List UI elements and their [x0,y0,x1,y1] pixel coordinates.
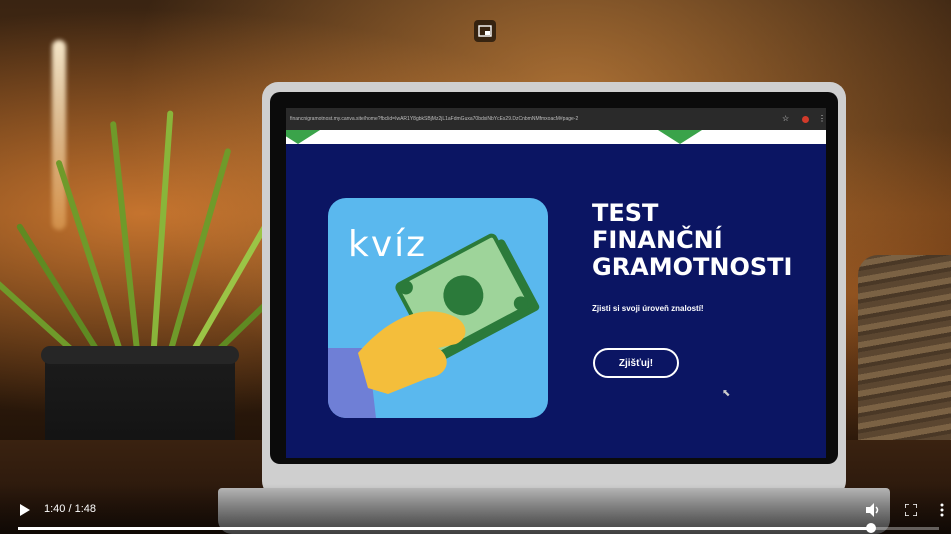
menu-icon: ⋮ [818,114,826,123]
picture-in-picture-icon [478,25,492,37]
time-separator: / [65,503,75,515]
plant-leaf [165,147,232,361]
time-display: 1:40 / 1:48 [44,503,96,515]
decor-triangle [658,130,702,144]
current-time: 1:40 [44,503,66,515]
title-line: FINANČNÍ [592,226,723,254]
star-icon: ☆ [782,114,790,123]
laptop-screen: financnigramotnost.my.canva.site/home?fb… [286,108,826,458]
picture-in-picture-button[interactable] [474,20,496,42]
progress-bar[interactable] [18,523,939,533]
volume-icon [866,503,879,517]
browser-address-bar: financnigramotnost.my.canva.site/home?fb… [286,108,826,130]
progress-scrubber[interactable] [865,523,876,533]
plant-leaf [55,159,126,361]
light-strip [52,40,66,230]
page-title: TEST FINANČNÍ GRAMOTNOSTI [592,200,822,281]
mouse-cursor-icon: ⬉ [722,388,731,399]
play-icon [20,504,30,516]
more-options-button[interactable] [936,502,948,518]
fullscreen-icon [905,504,917,516]
extension-icon [802,116,809,123]
video-player[interactable]: financnigramotnost.my.canva.site/home?fb… [0,0,951,534]
browser-url: financnigramotnost.my.canva.site/home?fb… [290,116,579,122]
progress-played [18,527,871,530]
start-quiz-button[interactable]: Zjišťuj! [593,348,679,378]
hand-with-money-icon [328,233,540,418]
fullscreen-button[interactable] [903,502,919,518]
quiz-illustration: kvíz [328,198,548,418]
decor-triangle [286,130,320,144]
title-line: TEST [592,199,659,227]
page-top-strip [286,130,826,144]
wicker-basket [858,255,951,455]
title-line: GRAMOTNOSTI [592,253,793,281]
volume-button[interactable] [866,502,882,518]
page-subtitle: Zjisti si svoji úroveň znalostí! [592,304,704,313]
more-vertical-icon [940,503,944,517]
video-frame: financnigramotnost.my.canva.site/home?fb… [0,0,951,534]
duration: 1:48 [74,503,97,515]
plant-leaf [150,110,174,361]
play-button[interactable] [18,503,32,517]
